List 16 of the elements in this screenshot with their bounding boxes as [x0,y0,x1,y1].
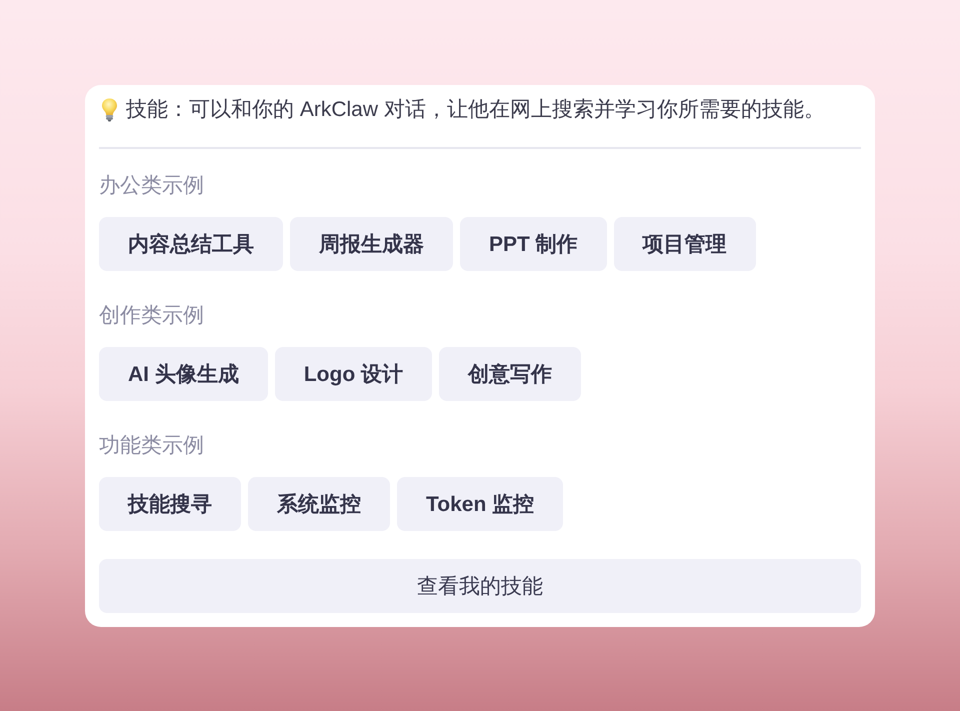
section-heading: 办公类示例 [99,173,204,199]
skill-example-button[interactable]: 创意写作 [439,347,581,401]
skill-example-button[interactable]: 项目管理 [614,217,756,271]
skill-example-button[interactable]: PPT 制作 [460,217,607,271]
skill-example-button[interactable]: 周报生成器 [290,217,453,271]
lightbulb-icon [101,98,118,122]
section-heading: 功能类示例 [99,433,204,459]
skill-example-button[interactable]: 内容总结工具 [99,217,283,271]
view-my-skills-button[interactable]: 查看我的技能 [99,559,861,613]
intro-text: 技能：可以和你的 ArkClaw 对话，让他在网上搜索并学习你所需要的技能。 [126,97,825,123]
skill-example-button[interactable]: Token 监控 [397,477,564,531]
skill-example-button[interactable]: AI 头像生成 [99,347,268,401]
skill-example-button[interactable]: 技能搜寻 [99,477,241,531]
skill-example-button[interactable]: Logo 设计 [274,347,432,401]
skill-example-button[interactable]: 系统监控 [248,477,390,531]
section-heading: 创作类示例 [99,303,204,329]
